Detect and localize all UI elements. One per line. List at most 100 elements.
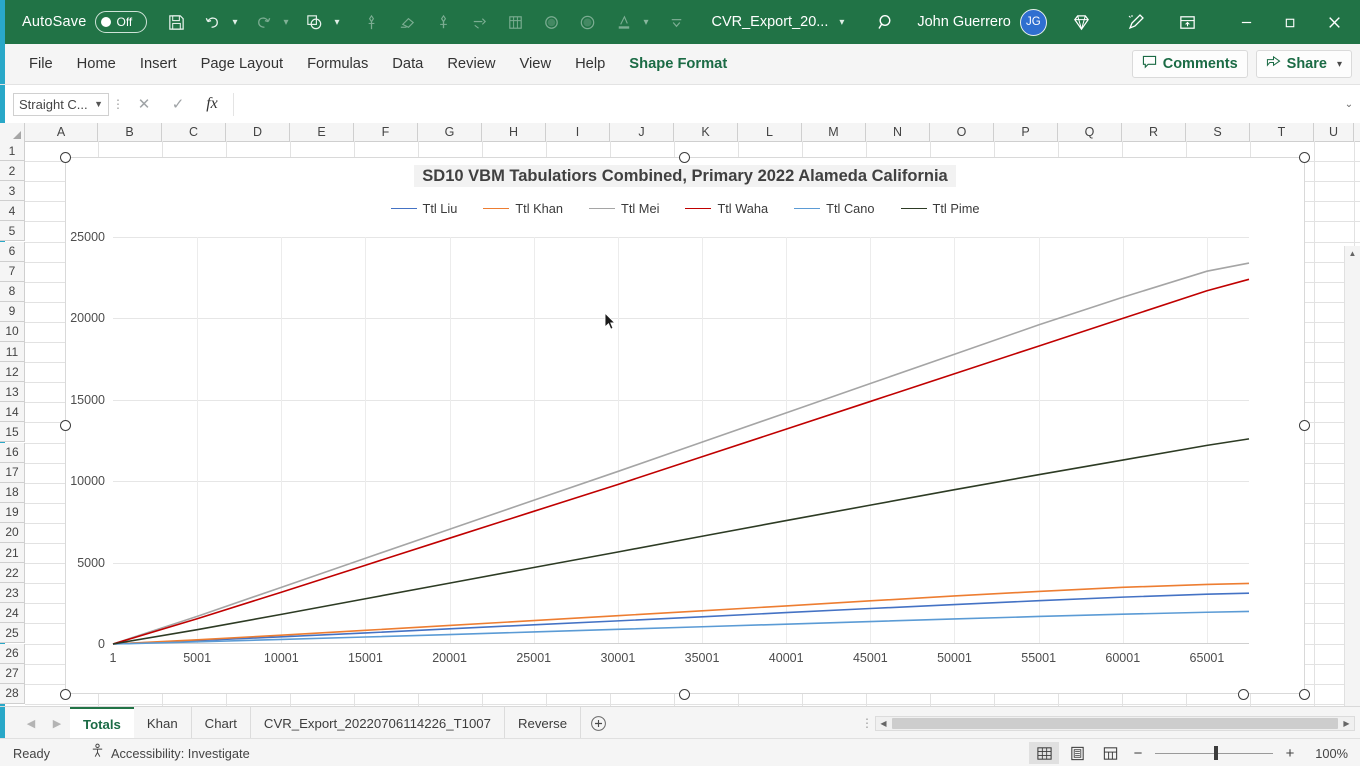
drag-handle[interactable]: ⋮ <box>109 98 127 110</box>
row-header-13[interactable]: 13 <box>0 382 25 403</box>
name-box[interactable]: Straight C... ▼ <box>13 92 109 116</box>
legend-item-ttl-waha[interactable]: Ttl Waha <box>685 201 768 216</box>
check-icon[interactable]: ✓ <box>161 91 195 117</box>
column-header-H[interactable]: H <box>482 123 546 141</box>
row-header-19[interactable]: 19 <box>0 502 25 523</box>
sheet-tab-khan[interactable]: Khan <box>134 707 192 739</box>
column-header-S[interactable]: S <box>1186 123 1250 141</box>
chart-plot-area[interactable]: 0 5000 10000 15000 20000 25000 1 5001 10001 1500… <box>70 230 1249 665</box>
row-header-22[interactable]: 22 <box>0 563 25 584</box>
column-header-T[interactable]: T <box>1250 123 1314 141</box>
restore-button[interactable] <box>1269 0 1313 44</box>
row-header-11[interactable]: 11 <box>0 342 25 363</box>
row-header-5[interactable]: 5 <box>0 221 25 242</box>
column-header-O[interactable]: O <box>930 123 994 141</box>
minimize-button[interactable] <box>1225 0 1269 44</box>
row-header-20[interactable]: 20 <box>0 522 25 543</box>
column-header-Q[interactable]: Q <box>1058 123 1122 141</box>
scroll-up-arrow[interactable]: ▲ <box>1345 246 1360 261</box>
draw-pen-icon[interactable] <box>356 7 386 37</box>
column-header-A[interactable]: A <box>25 123 98 141</box>
row-header-8[interactable]: 8 <box>0 281 25 302</box>
select-all-corner[interactable] <box>0 123 25 141</box>
tab-home[interactable]: Home <box>65 44 128 84</box>
sheet-nav-next[interactable]: ▶ <box>44 707 70 739</box>
column-header-B[interactable]: B <box>98 123 162 141</box>
accessibility-status[interactable]: Accessibility: Investigate <box>90 743 250 763</box>
redo-icon[interactable] <box>248 7 278 37</box>
eraser-icon[interactable] <box>392 7 422 37</box>
designer-pen-icon[interactable] <box>1121 7 1151 37</box>
zoom-out-button[interactable]: − <box>1128 745 1148 762</box>
column-header-J[interactable]: J <box>610 123 674 141</box>
shape-dropdown-caret[interactable]: ▾ <box>329 7 344 37</box>
scroll-split-handle[interactable]: ⋮ <box>859 717 875 729</box>
worksheet-grid[interactable]: ABCDEFGHIJKLMNOPQRSTU 1 2 3 4 5 6 7 8 9 10 11 12 13 1… <box>0 123 1360 706</box>
row-header-2[interactable]: 2 <box>0 161 25 182</box>
legend-item-ttl-khan[interactable]: Ttl Khan <box>483 201 563 216</box>
comments-button[interactable]: Comments <box>1131 50 1248 78</box>
series-line-ttl-pime[interactable] <box>113 439 1249 644</box>
tab-review[interactable]: Review <box>435 44 507 84</box>
resize-handle-bottom-center[interactable] <box>679 689 690 700</box>
row-header-14[interactable]: 14 <box>0 402 25 423</box>
close-button[interactable] <box>1313 0 1357 44</box>
row-header-12[interactable]: 12 <box>0 362 25 383</box>
row-header-26[interactable]: 26 <box>0 643 25 664</box>
row-header-9[interactable]: 9 <box>0 301 25 322</box>
formula-input[interactable] <box>233 92 1338 116</box>
add-sheet-button[interactable] <box>581 707 615 739</box>
column-header-E[interactable]: E <box>290 123 354 141</box>
normal-view-icon[interactable] <box>1029 742 1059 764</box>
row-header-10[interactable]: 10 <box>0 321 25 342</box>
ink-shape-icon[interactable] <box>536 7 566 37</box>
tab-file[interactable]: File <box>17 44 65 84</box>
scroll-right-arrow[interactable]: ▶ <box>1339 717 1354 730</box>
resize-handle-top-center[interactable] <box>679 152 690 163</box>
row-header-6[interactable]: 6 <box>0 241 25 262</box>
column-header-U[interactable]: U <box>1314 123 1354 141</box>
chart-legend[interactable]: Ttl Liu Ttl Khan Ttl Mei Ttl Waha Ttl Cano Tt… <box>65 201 1305 216</box>
zoom-in-button[interactable]: + <box>1280 745 1300 762</box>
row-header-24[interactable]: 24 <box>0 603 25 624</box>
row-header-27[interactable]: 27 <box>0 663 25 684</box>
resize-handle-middle-left[interactable] <box>60 420 71 431</box>
row-header-16[interactable]: 16 <box>0 442 25 463</box>
tab-data[interactable]: Data <box>380 44 435 84</box>
legend-item-ttl-mei[interactable]: Ttl Mei <box>589 201 659 216</box>
chevron-down-icon[interactable]: ▾ <box>1337 59 1342 70</box>
document-title-caret[interactable]: ▾ <box>834 7 849 37</box>
new-shape-icon[interactable] <box>299 7 329 37</box>
legend-item-ttl-pime[interactable]: Ttl Pime <box>900 201 979 216</box>
column-header-K[interactable]: K <box>674 123 738 141</box>
sheet-tab-cvr-export-20220706114226-t1007[interactable]: CVR_Export_20220706114226_T1007 <box>251 707 505 739</box>
legend-item-ttl-cano[interactable]: Ttl Cano <box>794 201 875 216</box>
zoom-slider-thumb[interactable] <box>1214 746 1218 760</box>
column-header-L[interactable]: L <box>738 123 802 141</box>
horizontal-scrollbar[interactable]: ◀ ▶ <box>875 715 1355 731</box>
scrollbar-thumb[interactable] <box>892 717 1338 729</box>
sheet-nav-prev[interactable]: ◀ <box>18 707 44 739</box>
resize-handle-top-right[interactable] <box>1299 152 1310 163</box>
zoom-slider[interactable] <box>1155 746 1273 760</box>
chevron-down-icon[interactable]: ▼ <box>94 99 103 109</box>
vertical-scrollbar[interactable]: ▲ ▼ <box>1344 246 1360 706</box>
user-name[interactable]: John Guerrero <box>917 14 1011 30</box>
ink-table-icon[interactable] <box>500 7 530 37</box>
avatar[interactable]: JG <box>1019 8 1047 36</box>
row-header-23[interactable]: 23 <box>0 583 25 604</box>
row-header-17[interactable]: 17 <box>0 462 25 483</box>
row-header-7[interactable]: 7 <box>0 261 25 282</box>
row-header-25[interactable]: 25 <box>0 623 25 644</box>
ink-color-icon[interactable] <box>608 7 638 37</box>
save-icon[interactable] <box>161 7 191 37</box>
column-header-P[interactable]: P <box>994 123 1058 141</box>
row-header-4[interactable]: 4 <box>0 201 25 222</box>
resize-handle-middle-right[interactable] <box>1299 420 1310 431</box>
diamond-icon[interactable] <box>1067 7 1097 37</box>
chart-title[interactable]: SD10 VBM Tabulatiors Combined, Primary 2… <box>65 165 1305 187</box>
resize-handle-bottom-right[interactable] <box>1299 689 1310 700</box>
row-header-1[interactable]: 1 <box>0 141 25 162</box>
resize-handle-top-left[interactable] <box>60 152 71 163</box>
tab-insert[interactable]: Insert <box>128 44 189 84</box>
